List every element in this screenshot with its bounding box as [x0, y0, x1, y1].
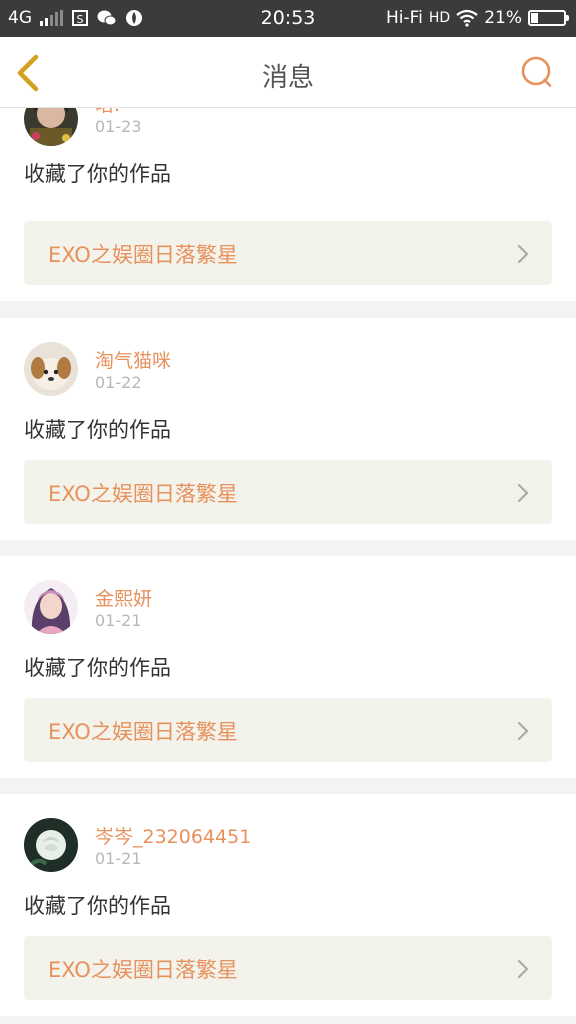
avatar[interactable] [24, 580, 78, 634]
chevron-right-icon [517, 244, 529, 264]
battery-percent: 21% [484, 8, 522, 28]
chevron-right-icon [517, 721, 529, 741]
work-title: EXO之娱圈日落繁星 [48, 958, 238, 982]
avatar[interactable] [24, 342, 78, 396]
message-date: 01-23 [95, 117, 142, 136]
list-item: 金熙妍 01-21 收藏了你的作品 EXO之娱圈日落繁星 [0, 556, 576, 778]
work-link[interactable]: EXO之娱圈日落繁星 [24, 221, 552, 285]
list-item: 岑岑_232064451 01-21 收藏了你的作品 EXO之娱圈日落繁星 [0, 794, 576, 1016]
action-text: 收藏了你的作品 [24, 894, 171, 918]
work-link[interactable]: EXO之娱圈日落繁星 [24, 698, 552, 762]
status-bar: 4G S 20:53 Hi-Fi HD 21% [0, 0, 576, 37]
message-list[interactable]: 晗. 01-23 收藏了你的作品 EXO之娱圈日落繁星 淘气猫咪 01-22 收… [0, 108, 576, 1024]
list-item: 晗. 01-23 收藏了你的作品 EXO之娱圈日落繁星 [0, 108, 576, 301]
page-title: 消息 [261, 63, 314, 93]
chevron-right-icon [517, 959, 529, 979]
message-date: 01-22 [95, 373, 142, 392]
work-link[interactable]: EXO之娱圈日落繁星 [24, 460, 552, 524]
action-text: 收藏了你的作品 [24, 656, 171, 680]
hifi-label: Hi-Fi [385, 8, 423, 28]
hd-label: HD [428, 10, 451, 26]
username[interactable]: 淘气猫咪 [95, 346, 171, 373]
navigation-bar: 消息 [0, 37, 576, 108]
username[interactable]: 岑岑_232064451 [95, 822, 251, 849]
action-text: 收藏了你的作品 [24, 418, 171, 442]
avatar[interactable] [24, 108, 78, 146]
work-title: EXO之娱圈日落繁星 [48, 243, 238, 267]
wifi-icon [456, 9, 478, 27]
status-right: Hi-Fi HD 21% [385, 8, 569, 28]
work-link[interactable]: EXO之娱圈日落繁星 [24, 936, 552, 1000]
action-text: 收藏了你的作品 [24, 162, 171, 186]
username[interactable]: 晗. [95, 108, 120, 117]
work-title: EXO之娱圈日落繁星 [48, 482, 238, 506]
message-date: 01-21 [95, 849, 142, 868]
list-item: 淘气猫咪 01-22 收藏了你的作品 EXO之娱圈日落繁星 [0, 318, 576, 540]
search-icon[interactable] [520, 55, 554, 89]
avatar[interactable] [24, 818, 78, 872]
chevron-right-icon [517, 483, 529, 503]
battery-icon [528, 10, 569, 26]
work-title: EXO之娱圈日落繁星 [48, 720, 238, 744]
username[interactable]: 金熙妍 [95, 584, 152, 611]
message-date: 01-21 [95, 611, 142, 630]
